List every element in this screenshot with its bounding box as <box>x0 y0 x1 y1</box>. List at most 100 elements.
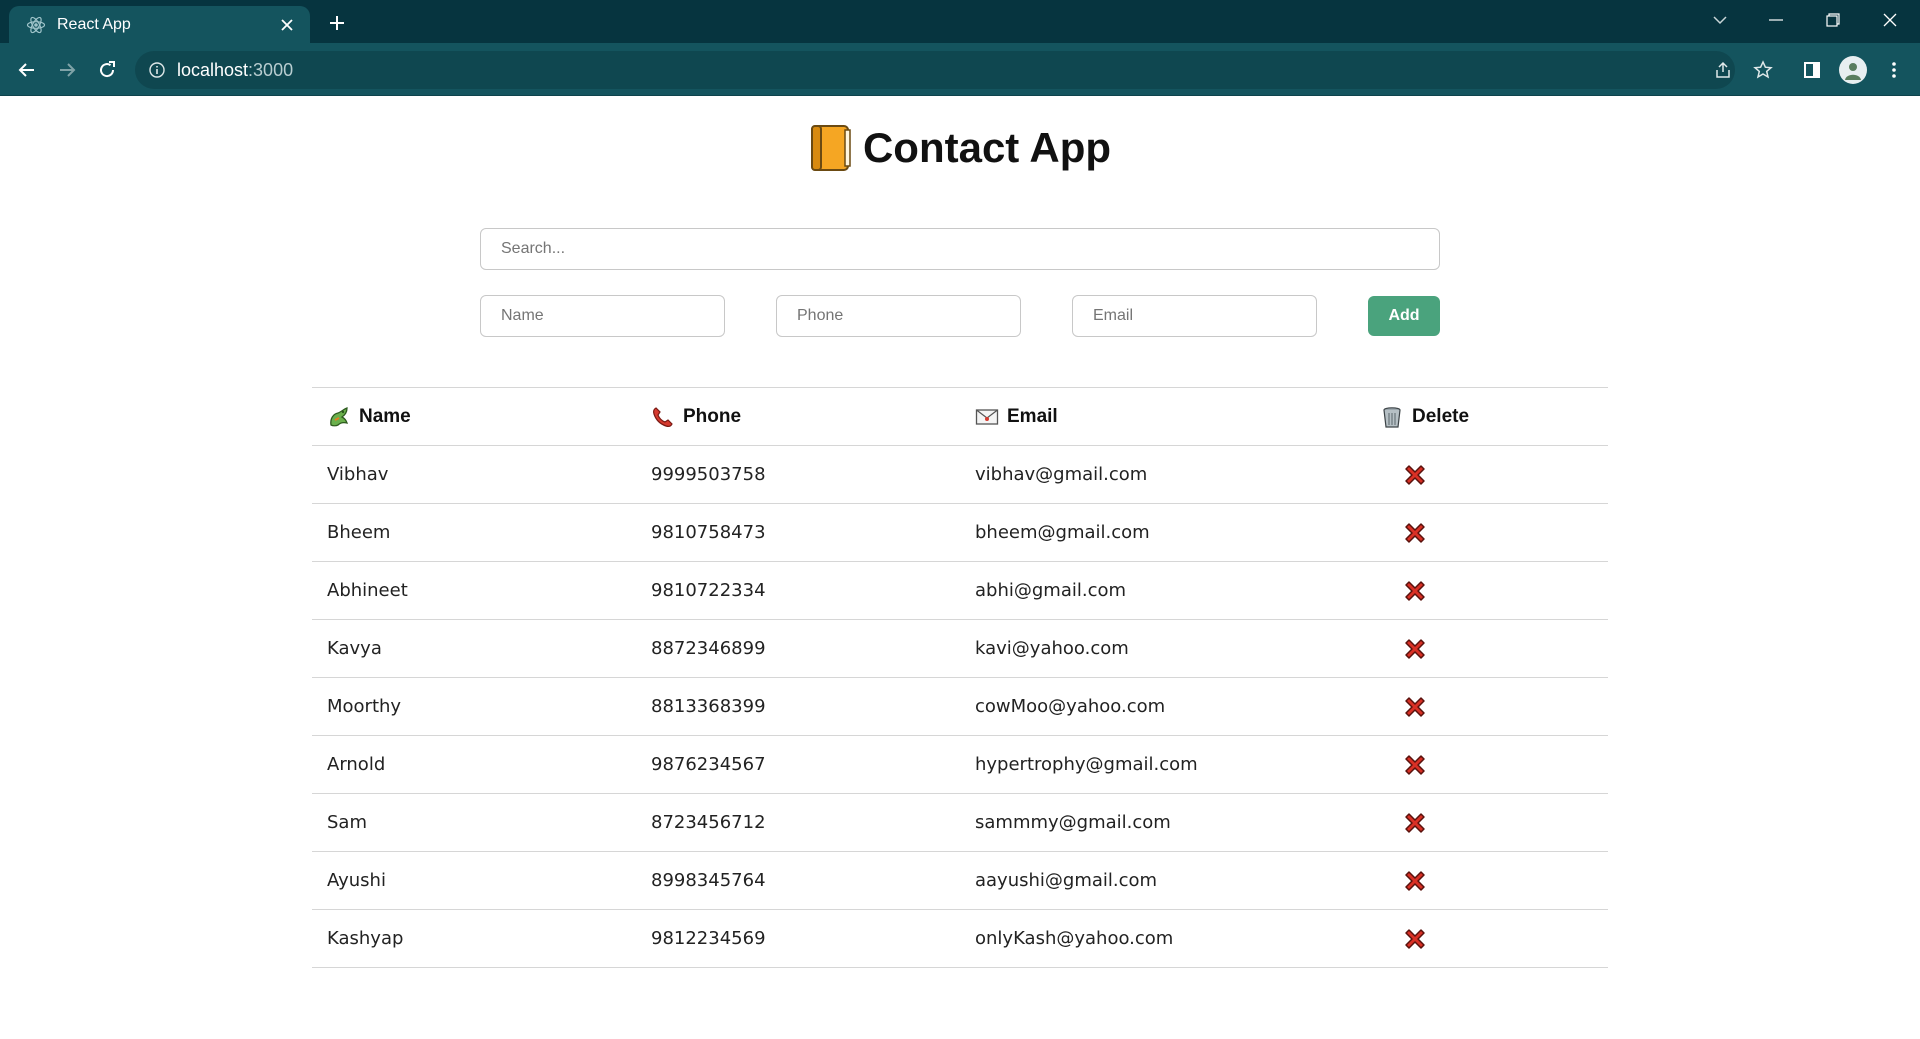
browser-titlebar: React App <box>0 0 1920 43</box>
profile-avatar[interactable] <box>1839 56 1867 84</box>
contact-email: onlyKash@yahoo.com <box>960 909 1380 968</box>
contact-name: Kashyap <box>312 909 636 968</box>
cross-mark-icon[interactable] <box>1402 462 1428 488</box>
header-phone: Phone <box>636 387 960 446</box>
phone-input[interactable] <box>776 295 1021 337</box>
table-row: Bheem 9810758473 bheem@gmail.com <box>312 503 1608 562</box>
contact-email: kavi@yahoo.com <box>960 619 1380 678</box>
side-panel-icon[interactable] <box>1797 55 1827 85</box>
tab-search-chevron-icon[interactable] <box>1692 0 1748 40</box>
table-row: Kavya 8872346899 kavi@yahoo.com <box>312 619 1608 678</box>
contact-name: Arnold <box>312 735 636 794</box>
contact-email: cowMoo@yahoo.com <box>960 677 1380 736</box>
table-row: Sam 8723456712 sammmy@gmail.com <box>312 793 1608 852</box>
search-input[interactable] <box>480 228 1440 270</box>
contacts-table: Name Phone Email Delete Vibhav 999950375… <box>312 387 1608 968</box>
phone-receiver-icon <box>651 405 675 429</box>
cross-mark-icon[interactable] <box>1402 752 1428 778</box>
forward-arrow-icon[interactable] <box>52 55 82 85</box>
share-icon[interactable] <box>1708 55 1738 85</box>
tab-close-icon[interactable] <box>276 14 298 36</box>
site-info-icon[interactable] <box>149 62 165 78</box>
table-row: Ayushi 8998345764 aayushi@gmail.com <box>312 851 1608 910</box>
ledger-book-icon <box>809 124 853 172</box>
contact-phone: 9810758473 <box>636 503 960 562</box>
table-row: Abhineet 9810722334 abhi@gmail.com <box>312 561 1608 620</box>
browser-toolbar: localhost:3000 <box>0 43 1920 96</box>
cross-mark-icon[interactable] <box>1402 636 1428 662</box>
contact-phone: 8723456712 <box>636 793 960 852</box>
more-menu-icon[interactable] <box>1879 55 1909 85</box>
contact-name: Abhineet <box>312 561 636 620</box>
contact-email: bheem@gmail.com <box>960 503 1380 562</box>
header-phone-label: Phone <box>683 405 742 427</box>
contacts-table-body: Vibhav 9999503758 vibhav@gmail.com Bheem 981… <box>312 445 1608 968</box>
contact-phone: 8813368399 <box>636 677 960 736</box>
table-row: Arnold 9876234567 hypertrophy@gmail.com <box>312 735 1608 794</box>
contact-phone: 9812234569 <box>636 909 960 968</box>
contact-name: Ayushi <box>312 851 636 910</box>
table-row: Moorthy 8813368399 cowMoo@yahoo.com <box>312 677 1608 736</box>
page-title: Contact App <box>0 124 1920 172</box>
contact-name: Sam <box>312 793 636 852</box>
contact-phone: 9876234567 <box>636 735 960 794</box>
reload-icon[interactable] <box>92 55 122 85</box>
cross-mark-icon[interactable] <box>1402 578 1428 604</box>
header-name-label: Name <box>359 405 411 427</box>
cross-mark-icon[interactable] <box>1402 520 1428 546</box>
wastebasket-icon <box>1380 405 1404 429</box>
delete-cell <box>1380 677 1608 736</box>
minimize-icon[interactable] <box>1748 0 1804 40</box>
contact-email: aayushi@gmail.com <box>960 851 1380 910</box>
url-text: localhost:3000 <box>177 60 293 81</box>
browser-tab[interactable]: React App <box>9 6 310 43</box>
new-tab-plus-icon[interactable] <box>323 9 351 37</box>
contact-email: vibhav@gmail.com <box>960 445 1380 504</box>
contact-name: Vibhav <box>312 445 636 504</box>
header-name: Name <box>312 387 636 446</box>
contact-name: Moorthy <box>312 677 636 736</box>
bookmark-star-icon[interactable] <box>1748 55 1778 85</box>
header-email: Email <box>960 387 1380 446</box>
delete-cell <box>1380 503 1608 562</box>
delete-cell <box>1380 735 1608 794</box>
page-title-text: Contact App <box>862 124 1112 171</box>
contact-email: hypertrophy@gmail.com <box>960 735 1380 794</box>
delete-cell <box>1380 793 1608 852</box>
dragon-icon <box>327 405 351 429</box>
delete-cell <box>1380 445 1608 504</box>
cross-mark-icon[interactable] <box>1402 694 1428 720</box>
contact-phone: 8872346899 <box>636 619 960 678</box>
cross-mark-icon[interactable] <box>1402 810 1428 836</box>
contact-email: abhi@gmail.com <box>960 561 1380 620</box>
header-email-label: Email <box>1007 405 1058 427</box>
url-port: :3000 <box>248 59 294 80</box>
contact-phone: 9999503758 <box>636 445 960 504</box>
react-logo-icon <box>25 14 47 36</box>
tab-title: React App <box>57 15 131 33</box>
address-bar[interactable]: localhost:3000 <box>135 51 1735 89</box>
delete-cell <box>1380 561 1608 620</box>
close-window-icon[interactable] <box>1862 0 1918 40</box>
delete-cell <box>1380 851 1608 910</box>
cross-mark-icon[interactable] <box>1402 926 1428 952</box>
add-contact-button[interactable]: Add <box>1368 296 1440 336</box>
page-content: Contact App Add Name <box>0 96 1920 1039</box>
cross-mark-icon[interactable] <box>1402 868 1428 894</box>
envelope-icon <box>975 405 999 429</box>
name-input[interactable] <box>480 295 725 337</box>
restore-icon[interactable] <box>1805 0 1861 40</box>
table-row: Vibhav 9999503758 vibhav@gmail.com <box>312 445 1608 504</box>
table-row: Kashyap 9812234569 onlyKash@yahoo.com <box>312 909 1608 968</box>
contact-phone: 8998345764 <box>636 851 960 910</box>
header-delete-label: Delete <box>1412 405 1470 427</box>
back-arrow-icon[interactable] <box>12 55 42 85</box>
delete-cell <box>1380 909 1608 968</box>
contact-name: Bheem <box>312 503 636 562</box>
email-input[interactable] <box>1072 295 1317 337</box>
table-header-row: Name Phone Email Delete <box>312 387 1608 446</box>
delete-cell <box>1380 619 1608 678</box>
contact-email: sammmy@gmail.com <box>960 793 1380 852</box>
contact-phone: 9810722334 <box>636 561 960 620</box>
contact-name: Kavya <box>312 619 636 678</box>
